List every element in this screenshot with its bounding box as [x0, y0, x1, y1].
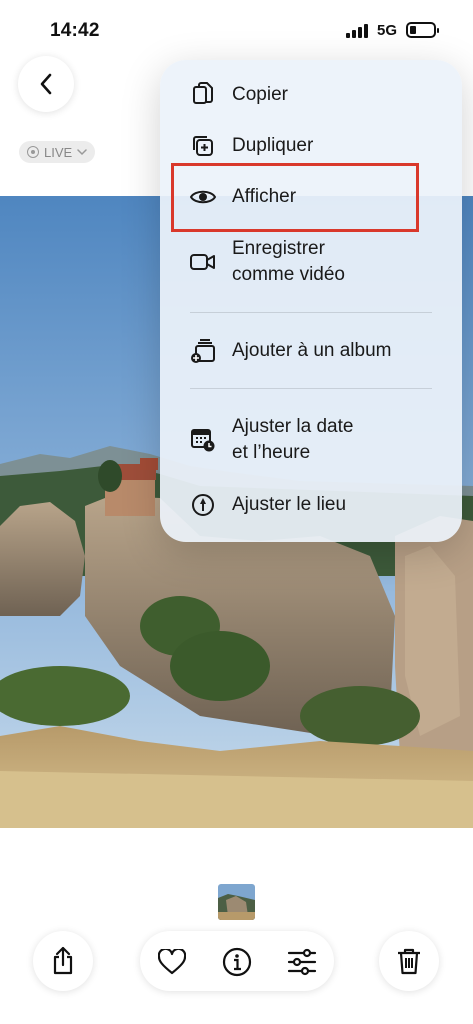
location-icon — [190, 492, 216, 518]
menu-item-label: Ajuster le lieu — [232, 494, 347, 515]
live-photo-icon — [27, 146, 39, 158]
menu-item-adjust-date[interactable]: Ajuster la date et l’heure — [160, 414, 462, 466]
share-button[interactable] — [33, 931, 93, 991]
battery-icon — [406, 22, 439, 38]
duplicate-icon — [190, 133, 216, 159]
delete-button[interactable] — [379, 931, 439, 991]
chevron-left-icon — [40, 73, 52, 95]
menu-item-label-line2: et l’heure — [232, 442, 311, 463]
menu-item-label-line2: comme vidéo — [232, 264, 345, 285]
thumbnail-image — [218, 884, 255, 920]
menu-item-label-line1: Enregistrer — [232, 238, 325, 259]
menu-divider — [190, 388, 432, 389]
menu-item-label-line1: Ajuster la date — [232, 416, 354, 437]
adjust-button[interactable] — [287, 947, 317, 977]
heart-icon — [158, 949, 186, 975]
status-time: 14:42 — [50, 20, 100, 41]
menu-item-save-as-video[interactable]: Enregistrer comme vidéo — [160, 236, 462, 288]
info-icon — [222, 947, 252, 977]
copy-icon — [190, 82, 216, 108]
menu-item-label: Ajouter à un album — [232, 340, 392, 361]
menu-item-label: Copier — [232, 84, 288, 105]
menu-item-duplicate[interactable]: Dupliquer — [160, 133, 462, 159]
calendar-clock-icon — [190, 427, 216, 453]
menu-item-adjust-location[interactable]: Ajuster le lieu — [160, 492, 462, 518]
favorite-button[interactable] — [157, 947, 187, 977]
menu-item-copy[interactable]: Copier — [160, 82, 462, 108]
info-button[interactable] — [222, 947, 252, 977]
live-label: LIVE — [44, 144, 73, 160]
network-label: 5G — [377, 22, 398, 39]
adjust-icon — [287, 948, 317, 976]
status-bar: 14:42 5G — [0, 0, 473, 60]
photo-thumbnail[interactable] — [218, 884, 255, 920]
menu-item-add-to-album[interactable]: Ajouter à un album — [160, 338, 462, 364]
trash-icon — [398, 948, 420, 975]
menu-divider — [190, 312, 432, 313]
share-icon — [53, 946, 73, 975]
chevron-down-icon — [77, 149, 87, 156]
signal-icon — [346, 24, 370, 38]
video-icon — [190, 249, 216, 275]
live-badge[interactable]: LIVE — [19, 141, 96, 163]
highlight-box — [171, 163, 419, 232]
toolbar-pill — [140, 931, 334, 991]
add-album-icon — [190, 338, 216, 364]
back-button[interactable] — [18, 56, 74, 112]
context-menu: Copier Dupliquer Afficher Enregistrer co… — [160, 60, 462, 542]
menu-item-label: Dupliquer — [232, 135, 314, 156]
